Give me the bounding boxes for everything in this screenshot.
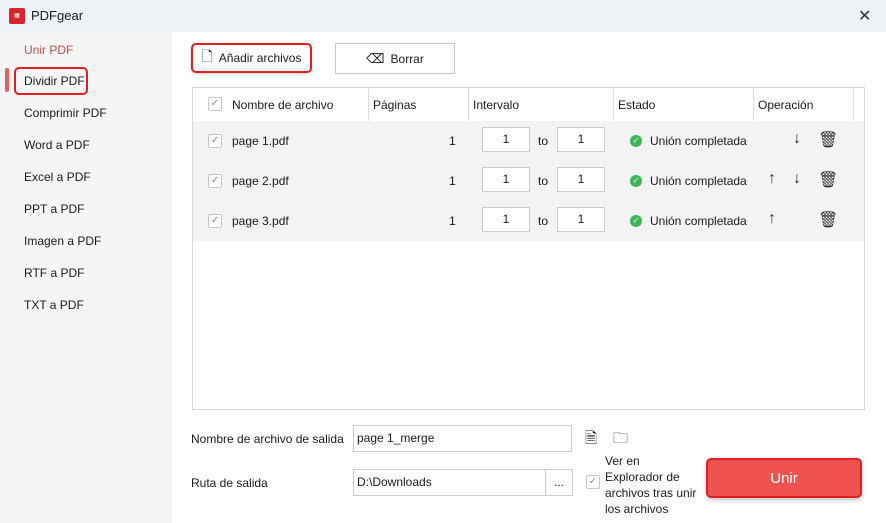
trash-icon[interactable]: 🗑 [818, 210, 838, 230]
table-row[interactable]: ✓ page 2.pdf 1 1 to 1 ✓ Unión completada… [193, 161, 864, 201]
row-checkbox[interactable]: ✓ [208, 174, 222, 188]
sidebar-item-imagen-a-pdf[interactable]: Imagen a PDF [24, 234, 101, 248]
browse-button[interactable]: ... [545, 469, 573, 496]
status-text: Unión completada [650, 214, 747, 228]
table-row[interactable]: ✓ page 3.pdf 1 1 to 1 ✓ Unión completada… [193, 201, 864, 241]
broom-icon: ⌫ [366, 50, 385, 66]
file-name: page 1.pdf [232, 134, 289, 148]
clear-label: Borrar [390, 51, 424, 66]
page-count: 1 [449, 214, 456, 228]
sidebar-item-dividir-pdf[interactable]: Dividir PDF [24, 74, 85, 88]
open-explorer-label: Ver en Explorador de archivos tras unir … [605, 454, 697, 516]
file-name: page 2.pdf [232, 174, 289, 188]
status-text: Unión completada [650, 134, 747, 148]
file-table: ✓ Nombre de archivo Páginas Intervalo Es… [192, 87, 865, 410]
add-file-icon: 🗋 [201, 48, 213, 64]
table-row[interactable]: ✓ page 1.pdf 1 1 to 1 ✓ Unión completada… [193, 121, 864, 161]
range-to-input[interactable]: 1 [557, 167, 605, 192]
document-icon[interactable]: 🗎 [585, 428, 597, 453]
status-text: Unión completada [650, 174, 747, 188]
file-name: page 3.pdf [232, 214, 289, 228]
range-to-label: to [538, 214, 549, 228]
clear-button[interactable]: ⌫ Borrar [335, 43, 455, 74]
window-title: PDFgear [31, 8, 84, 23]
sidebar-item-word-a-pdf[interactable]: Word a PDF [24, 138, 90, 152]
sidebar-item-comprimir-pdf[interactable]: Comprimir PDF [24, 106, 107, 120]
header-pages: Páginas [373, 98, 417, 112]
open-explorer-checkbox[interactable]: ✓ [586, 475, 600, 489]
output-name-label: Nombre de archivo de salida [191, 432, 344, 446]
move-down-icon[interactable]: ↓ [793, 170, 801, 188]
add-files-label: Añadir archivos [218, 51, 302, 65]
row-checkbox[interactable]: ✓ [208, 214, 222, 228]
header-range: Intervalo [473, 98, 520, 112]
move-down-icon[interactable]: ↓ [793, 130, 801, 148]
range-from-input[interactable]: 1 [482, 127, 530, 152]
merge-button[interactable]: Unir [706, 458, 862, 498]
page-count: 1 [449, 134, 456, 148]
sidebar-item-excel-a-pdf[interactable]: Excel a PDF [24, 170, 91, 184]
range-to-input[interactable]: 1 [557, 127, 605, 152]
check-circle-icon: ✓ [630, 135, 642, 147]
header-name: Nombre de archivo [232, 98, 334, 112]
header-status: Estado [618, 98, 656, 112]
sidebar-item-unir-pdf[interactable]: Unir PDF [24, 43, 73, 57]
sidebar-item-ppt-a-pdf[interactable]: PPT a PDF [24, 202, 84, 216]
range-from-input[interactable]: 1 [482, 167, 530, 192]
check-circle-icon: ✓ [630, 175, 642, 187]
move-up-icon[interactable]: ↑ [768, 210, 776, 228]
app-logo: ▦ [9, 8, 25, 24]
output-path-input[interactable]: D:\Downloads [353, 469, 546, 496]
move-up-icon[interactable]: ↑ [768, 170, 776, 188]
sidebar: Unir PDF Dividir PDF Comprimir PDF Word … [0, 32, 172, 523]
active-indicator [5, 68, 9, 92]
page-count: 1 [449, 174, 456, 188]
folder-icon[interactable]: 🗀 [613, 428, 628, 453]
close-icon[interactable]: ✕ [858, 6, 871, 26]
output-path-label: Ruta de salida [191, 476, 268, 490]
add-files-button[interactable]: 🗋 Añadir archivos [191, 43, 312, 73]
range-to-label: to [538, 134, 549, 148]
header-operation: Operación [758, 98, 814, 112]
sidebar-item-rtf-a-pdf[interactable]: RTF a PDF [24, 266, 84, 280]
trash-icon[interactable]: 🗑 [818, 130, 838, 150]
range-to-label: to [538, 174, 549, 188]
trash-icon[interactable]: 🗑 [818, 170, 838, 190]
range-to-input[interactable]: 1 [557, 207, 605, 232]
row-checkbox[interactable]: ✓ [208, 134, 222, 148]
title-bar [0, 0, 886, 32]
check-circle-icon: ✓ [630, 215, 642, 227]
sidebar-item-txt-a-pdf[interactable]: TXT a PDF [24, 298, 84, 312]
range-from-input[interactable]: 1 [482, 207, 530, 232]
select-all-checkbox[interactable]: ✓ [208, 97, 222, 111]
output-name-input[interactable]: page 1_merge [353, 425, 572, 452]
